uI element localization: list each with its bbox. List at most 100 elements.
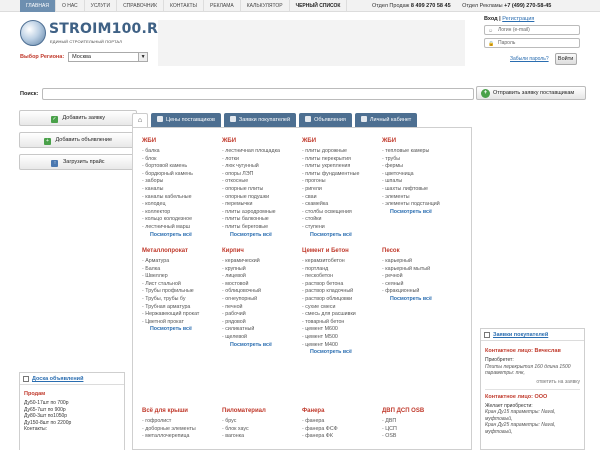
category-title[interactable]: ЖБИ — [302, 138, 359, 144]
nav-item-home[interactable]: Главная — [20, 0, 56, 12]
category-link[interactable]: ступени — [302, 224, 359, 232]
see-all-link[interactable]: Посмотреть всё — [230, 342, 272, 350]
category-link[interactable]: балка — [142, 148, 193, 156]
category-link[interactable]: плиты дорожные — [302, 148, 359, 156]
register-link[interactable]: Регистрация — [502, 16, 534, 22]
category-link[interactable]: блок хаус — [222, 426, 266, 434]
category-link[interactable]: опорные подушки — [222, 194, 280, 202]
category-link[interactable]: керамзитобетон — [302, 258, 356, 266]
category-link[interactable]: смесь для расшивки — [302, 311, 355, 319]
category-link[interactable]: керамический — [222, 258, 272, 266]
nav-item-about[interactable]: О нас — [56, 0, 85, 12]
category-title[interactable]: Металлопрокат — [142, 248, 199, 254]
category-link[interactable]: опорные плиты — [222, 186, 280, 194]
site-logo[interactable]: STROIM100.RU ЕДИНЫЙ СТРОИТЕЛЬНЫЙ ПОРТАЛ — [20, 20, 169, 46]
nav-item-contacts[interactable]: Контакты — [164, 0, 204, 12]
tab-buyer-requests[interactable]: Заявки покупателей — [223, 113, 297, 127]
see-all-link[interactable]: Посмотреть всё — [390, 296, 432, 304]
category-title[interactable]: Фанера — [302, 408, 338, 414]
category-link[interactable]: тепловые камеры — [382, 148, 440, 156]
category-link[interactable]: облицовочный — [222, 288, 272, 296]
category-title[interactable]: ЖБИ — [142, 138, 193, 144]
category-link[interactable]: каналы кабельные — [142, 194, 193, 202]
category-link[interactable]: кольцо колодезное — [142, 216, 193, 224]
category-link[interactable]: OSB — [382, 433, 424, 441]
category-link[interactable]: элементы подстанций — [382, 201, 439, 209]
category-link[interactable]: щелевой — [222, 334, 272, 342]
category-link[interactable]: раствор облицовки — [302, 296, 356, 304]
category-link[interactable]: плиты укрепления — [302, 163, 359, 171]
category-title[interactable]: Пиломатериал — [222, 408, 266, 414]
search-input[interactable] — [42, 88, 474, 100]
category-link[interactable]: бордюрный камень — [142, 171, 193, 179]
nav-item-calculator[interactable]: Калькулятор — [241, 0, 290, 12]
category-link[interactable]: Балка — [142, 266, 199, 274]
category-link[interactable]: колодец — [142, 201, 193, 209]
nav-item-ads[interactable]: Реклама — [204, 0, 241, 12]
see-all-link[interactable]: Посмотреть всё — [310, 232, 359, 240]
category-link[interactable]: Лист стальной — [142, 281, 199, 289]
category-link[interactable]: фермы — [382, 163, 440, 171]
category-link[interactable]: огнеупорный — [222, 296, 272, 304]
see-all-link[interactable]: Посмотреть всё — [150, 326, 199, 334]
category-link[interactable]: каналы — [142, 186, 193, 194]
add-ad-button[interactable]: + Добавить объявление — [19, 132, 137, 148]
nav-item-blacklist[interactable]: Черный список — [290, 0, 348, 12]
category-link[interactable]: портланд — [302, 266, 356, 274]
category-link[interactable]: Трубы, трубы бу — [142, 296, 199, 304]
category-link[interactable]: брус — [222, 418, 266, 426]
tab-home[interactable]: ⌂ — [132, 113, 148, 127]
category-link[interactable]: Трубы профильные — [142, 288, 199, 296]
category-title[interactable]: Песок — [382, 248, 432, 254]
category-link[interactable]: силикатный — [222, 326, 272, 334]
category-link[interactable]: товарный бетон — [302, 319, 356, 327]
category-link[interactable]: карьерный — [382, 258, 432, 266]
answer-request-link[interactable]: ответить на заявку — [485, 379, 580, 385]
forgot-password-link[interactable]: Забыли пароль? — [510, 56, 549, 62]
category-title[interactable]: Всё для крыши — [142, 408, 196, 414]
category-link[interactable]: пескобетон — [302, 273, 356, 281]
category-title[interactable]: Цемент и Бетон — [302, 248, 356, 254]
category-link[interactable]: плиты фундаментные — [302, 171, 359, 179]
nav-item-services[interactable]: Услуги — [85, 0, 118, 12]
category-title[interactable]: ЖБИ — [222, 138, 280, 144]
category-link[interactable]: шпалы — [382, 178, 440, 186]
category-link[interactable]: речной — [382, 273, 432, 281]
category-link[interactable]: фанера ФК — [302, 433, 338, 441]
category-link[interactable]: фанера — [302, 418, 338, 426]
category-link[interactable]: заборы — [142, 178, 193, 186]
category-link[interactable]: лестничный марш — [142, 224, 193, 232]
category-link[interactable]: рабочий — [222, 311, 272, 319]
category-link[interactable]: плиты перекрытия — [302, 156, 359, 164]
category-link[interactable]: Цветной прокат — [142, 319, 199, 327]
see-all-link[interactable]: Посмотреть всё — [230, 232, 280, 240]
category-link[interactable]: плиты аэродромные — [222, 209, 280, 217]
ads-board-header[interactable]: Доска объявлений — [20, 373, 124, 385]
login-button[interactable]: Войти — [554, 53, 577, 65]
category-link[interactable]: фанера ФСФ — [302, 426, 337, 434]
category-link[interactable]: доборные элементы — [142, 426, 195, 434]
category-link[interactable]: перемычки — [222, 201, 280, 209]
see-all-link[interactable]: Посмотреть всё — [390, 209, 440, 217]
category-link[interactable]: плиты балконные — [222, 216, 280, 224]
category-link[interactable]: цемент М600 — [302, 326, 356, 334]
nav-item-directory[interactable]: Справочник — [117, 0, 165, 12]
see-all-link[interactable]: Посмотреть всё — [310, 349, 356, 357]
category-link[interactable]: Нержавеющий прокат — [142, 311, 199, 319]
category-link[interactable]: гофролист — [142, 418, 196, 426]
upload-price-button[interactable]: ↑ Загрузить прайс — [19, 154, 137, 170]
category-link[interactable]: ЦСП — [382, 426, 424, 434]
category-link[interactable]: скамейка — [302, 201, 359, 209]
login-email-field[interactable]: ☺ Логин (e-mail) — [484, 25, 580, 35]
category-link[interactable]: вагонка — [222, 433, 266, 441]
category-link[interactable]: Швеллер — [142, 273, 199, 281]
category-link[interactable]: металлочерепица — [142, 433, 196, 441]
category-link[interactable]: фракционный — [382, 288, 432, 296]
category-title[interactable]: ДВП ДСП OSB — [382, 408, 424, 414]
category-link[interactable]: коллектор — [142, 209, 193, 217]
category-link[interactable]: откосные — [222, 178, 280, 186]
category-link[interactable]: плиты береговые — [222, 224, 280, 232]
add-request-button[interactable]: ✓ Добавить заявку — [19, 110, 137, 126]
see-all-link[interactable]: Посмотреть всё — [150, 232, 193, 240]
login-password-field[interactable]: 🔒 Пароль — [484, 38, 580, 48]
